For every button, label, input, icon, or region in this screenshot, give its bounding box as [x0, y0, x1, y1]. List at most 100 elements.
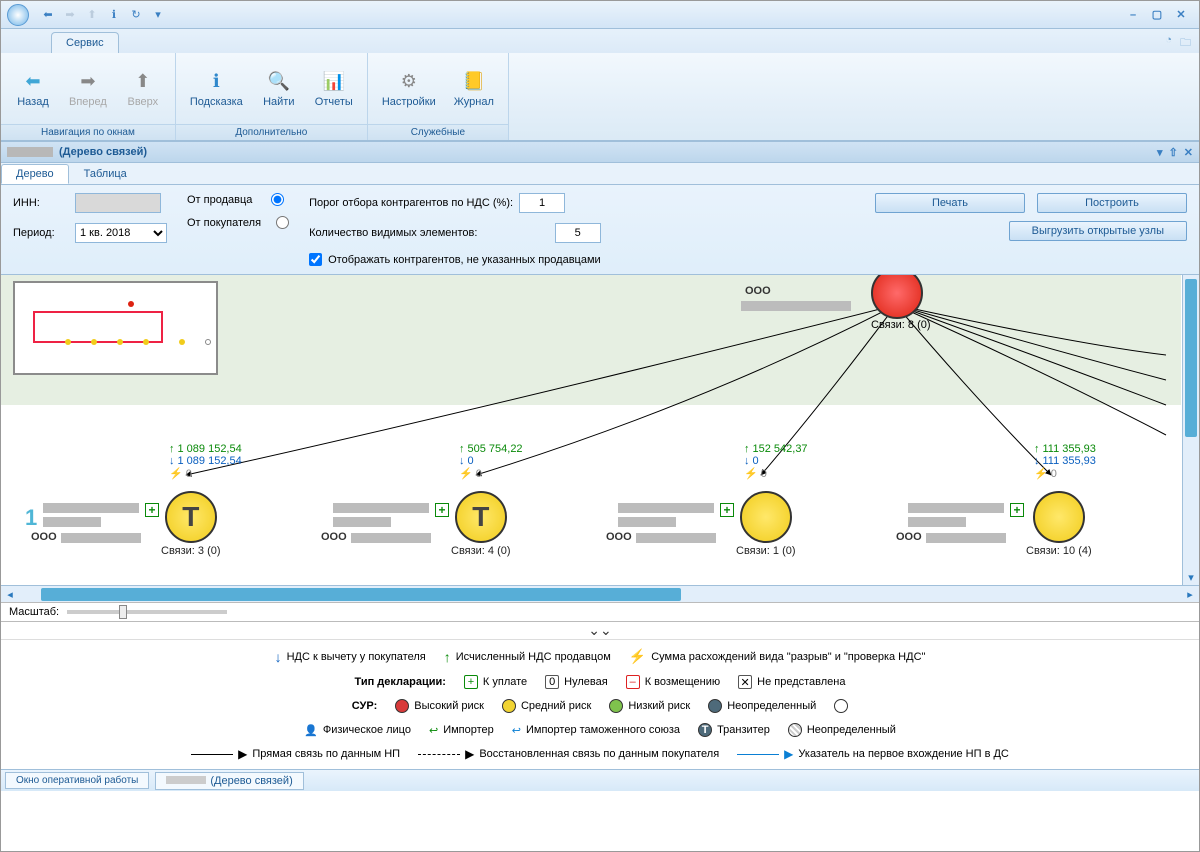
child-node[interactable]: T Связи: 4 (0)	[451, 491, 511, 557]
show-contractors-label: Отображать контрагентов, не указанных пр…	[328, 254, 601, 266]
status-tab-tree[interactable]: (Дерево связей)	[155, 772, 303, 790]
redacted-block	[61, 533, 141, 543]
expand-node-button[interactable]: +	[145, 503, 159, 517]
expand-node-button[interactable]: +	[720, 503, 734, 517]
child-values: ↑1 089 152,54 ↓1 089 152,54 ⚡0	[169, 443, 242, 480]
zoom-slider-thumb[interactable]	[119, 605, 127, 619]
scroll-thumb[interactable]	[1185, 279, 1197, 437]
close-button[interactable]: ✕	[1171, 7, 1191, 23]
x-icon: ✕	[738, 675, 752, 689]
person-icon: 👤	[304, 724, 318, 737]
minimize-button[interactable]: –	[1123, 7, 1143, 23]
help-icon[interactable]: ◔	[1165, 34, 1172, 53]
child-node[interactable]: Связи: 10 (4)	[1026, 491, 1092, 557]
zoom-slider[interactable]	[67, 610, 227, 614]
child-values: ↑152 542,37 ↓0 ⚡0	[744, 443, 808, 480]
settings-button-icon: ⚙	[397, 70, 421, 94]
dropdown-icon[interactable]: ▾	[149, 7, 167, 23]
arrow-up-icon: ↑	[444, 649, 451, 665]
print-button[interactable]: Печать	[875, 193, 1025, 213]
filter-panel: ИНН: Период: 1 кв. 2018 От продавца От п…	[1, 185, 1199, 275]
tab-table[interactable]: Таблица	[69, 164, 142, 184]
hint-button[interactable]: ℹПодсказка	[184, 57, 249, 120]
child-values: ↑111 355,93 ↓111 355,93 ⚡0	[1034, 443, 1096, 480]
minimap-viewport[interactable]	[33, 311, 163, 343]
journal-button[interactable]: 📒Журнал	[448, 57, 500, 120]
build-button[interactable]: Построить	[1037, 193, 1187, 213]
doc-close-icon[interactable]: ✕	[1184, 146, 1193, 159]
bolt-icon: ⚡	[629, 648, 646, 665]
root-node-circle	[871, 275, 923, 319]
legend-toggle[interactable]: ⌄⌄	[1, 622, 1199, 640]
horizontal-scrollbar[interactable]: ◂ ▸	[1, 585, 1199, 602]
folder-icon[interactable]: 🗀	[1180, 34, 1191, 53]
redacted-block	[351, 533, 431, 543]
show-contractors-checkbox[interactable]	[309, 253, 322, 266]
child-redacted	[618, 503, 714, 527]
minimap[interactable]	[13, 281, 218, 375]
redacted-block	[741, 301, 851, 311]
collapse-icon[interactable]: ▾	[1157, 146, 1163, 159]
find-button[interactable]: 🔍Найти	[255, 57, 303, 120]
status-tab-main[interactable]: Окно оперативной работы	[5, 772, 149, 789]
scroll-right-icon[interactable]: ▸	[1181, 588, 1199, 601]
settings-button[interactable]: ⚙Настройки	[376, 57, 442, 120]
find-button-icon: 🔍	[267, 70, 291, 94]
forward-button[interactable]: ➡Вперед	[63, 57, 113, 120]
solid-line-icon	[191, 754, 233, 755]
period-select[interactable]: 1 кв. 2018	[75, 223, 167, 243]
root-ooo: ООО	[745, 285, 771, 297]
child-links-label: Связи: 1 (0)	[736, 545, 796, 557]
nav-fwd-icon[interactable]: ➡	[61, 7, 79, 23]
view-tabs: Дерево Таблица	[1, 163, 1199, 185]
visible-input[interactable]	[555, 223, 601, 243]
threshold-input[interactable]	[519, 193, 565, 213]
scroll-down-icon[interactable]: ▾	[1183, 569, 1199, 585]
child-redacted	[908, 503, 1004, 527]
scroll-left-icon[interactable]: ◂	[1, 588, 19, 601]
ribbon: ⬅Назад➡Вперед⬆Вверх Навигация по окнам ℹПо…	[1, 53, 1199, 141]
child-node[interactable]: T Связи: 3 (0)	[161, 491, 221, 557]
child-node-circle: T	[165, 491, 217, 543]
inn-input[interactable]	[75, 193, 161, 213]
nav-back-icon[interactable]: ⬅	[39, 7, 57, 23]
refresh-icon[interactable]: ↻	[127, 7, 145, 23]
redacted-block	[636, 533, 716, 543]
titlebar: ⬅ ➡ ⬆ ℹ ↻ ▾ – ▢ ✕	[1, 1, 1199, 29]
reports-button-icon: 📊	[322, 70, 346, 94]
importer-icon: ↩	[429, 724, 438, 737]
ribbon-group-label: Навигация по окнам	[1, 124, 175, 140]
up-button[interactable]: ⬆Вверх	[119, 57, 167, 120]
reports-button[interactable]: 📊Отчеты	[309, 57, 359, 120]
nav-up-icon[interactable]: ⬆	[83, 7, 101, 23]
maximize-button[interactable]: ▢	[1147, 7, 1167, 23]
customs-importer-icon: ↩	[512, 724, 521, 737]
forward-button-icon: ➡	[76, 70, 100, 94]
document-title-bar: (Дерево связей) ▾ ⇧ ✕	[1, 141, 1199, 163]
child-redacted	[333, 503, 429, 527]
from-buyer-radio[interactable]: От покупателя	[187, 216, 289, 229]
yellow-risk-icon	[502, 699, 516, 713]
graph-canvas[interactable]: ООО Связи: 8 (0) 1 ↑1 089 152,54 ↓1 089 …	[1, 275, 1199, 585]
pin-icon[interactable]: ⇧	[1169, 146, 1178, 159]
hint-button-icon: ℹ	[204, 70, 228, 94]
vertical-scrollbar[interactable]: ▴ ▾	[1182, 275, 1199, 585]
info-icon[interactable]: ℹ	[105, 7, 123, 23]
back-button[interactable]: ⬅Назад	[9, 57, 57, 120]
arrow-down-icon: ↓	[275, 649, 282, 665]
root-node[interactable]	[871, 275, 923, 319]
child-redacted	[43, 503, 139, 527]
child-links-label: Связи: 10 (4)	[1026, 545, 1092, 557]
tab-tree[interactable]: Дерево	[1, 164, 69, 184]
period-label: Период:	[13, 227, 69, 239]
ribbon-tab-service[interactable]: Сервис	[51, 32, 119, 53]
child-values: ↑505 754,22 ↓0 ⚡0	[459, 443, 523, 480]
expand-node-button[interactable]: +	[1010, 503, 1024, 517]
zoom-label: Масштаб:	[9, 606, 59, 618]
from-seller-radio[interactable]: От продавца	[187, 193, 289, 206]
hscroll-thumb[interactable]	[41, 588, 681, 601]
export-nodes-button[interactable]: Выгрузить открытые узлы	[1009, 221, 1187, 241]
root-links-label: Связи: 8 (0)	[871, 319, 931, 331]
expand-node-button[interactable]: +	[435, 503, 449, 517]
child-node[interactable]: Связи: 1 (0)	[736, 491, 796, 557]
